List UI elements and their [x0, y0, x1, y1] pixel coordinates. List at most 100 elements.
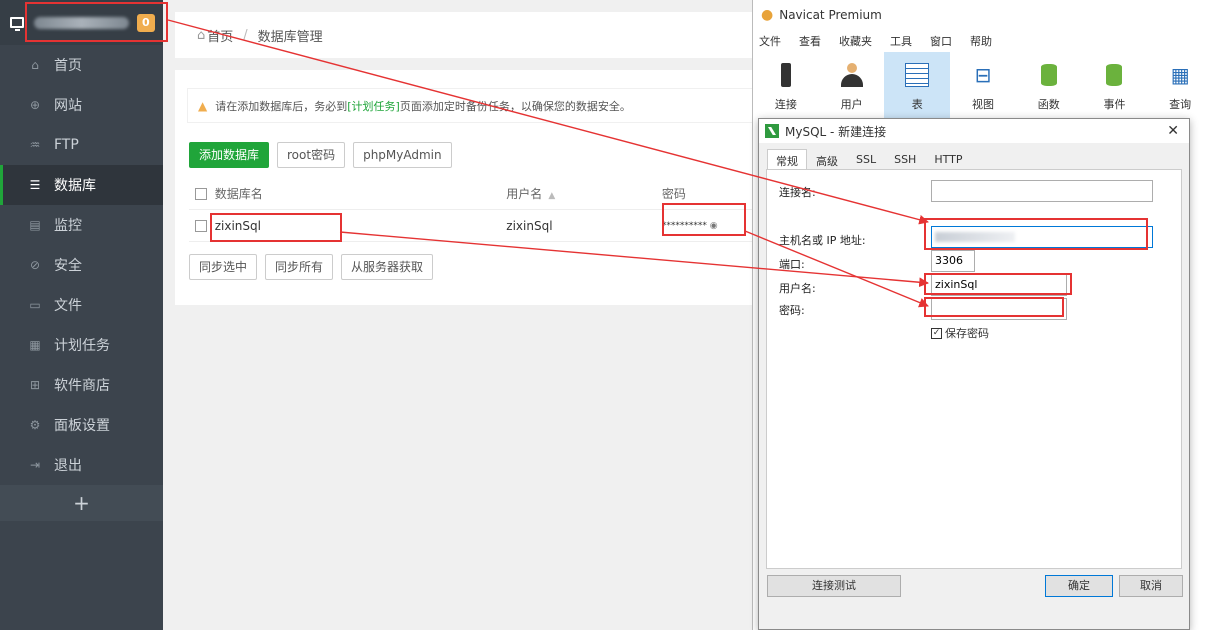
port-label: 端口:	[779, 258, 805, 271]
close-icon[interactable]: ✕	[1167, 123, 1179, 139]
highlight-password-field	[924, 297, 1064, 317]
ok-button[interactable]: 确定	[1045, 575, 1113, 597]
sidebar-item-store[interactable]: ⊞ 软件商店	[0, 365, 163, 405]
sidebar-item-cron[interactable]: ▦ 计划任务	[0, 325, 163, 365]
sidebar-item-website[interactable]: ⊕ 网站	[0, 85, 163, 125]
tool-label: 查询	[1169, 98, 1192, 111]
shield-icon: ⊘	[29, 258, 41, 272]
breadcrumb-home[interactable]: 首页	[207, 26, 233, 45]
home-icon: ⌂	[197, 27, 206, 43]
calendar-icon: ▦	[29, 338, 41, 352]
grid-icon: ⊞	[29, 378, 41, 392]
event-icon	[1106, 64, 1123, 86]
query-icon: ▦	[1170, 63, 1190, 87]
breadcrumb-separator: /	[243, 27, 248, 43]
tool-table[interactable]: 表	[884, 52, 951, 118]
sidebar-item-label: 面板设置	[54, 418, 110, 434]
menu-bar: 文件 查看 收藏夹 工具 窗口 帮助	[753, 30, 1212, 52]
sync-selected-button[interactable]: 同步选中	[189, 254, 258, 280]
sync-all-button[interactable]: 同步所有	[265, 254, 334, 280]
menu-favorites[interactable]: 收藏夹	[839, 33, 872, 49]
window-title: Navicat Premium	[779, 8, 882, 22]
user-icon	[840, 63, 863, 87]
notice-text: 请在添加数据库后，务必到	[215, 99, 348, 113]
highlight-username	[924, 273, 1072, 295]
sidebar-item-label: 首页	[54, 58, 82, 74]
tool-function[interactable]: 函数	[1016, 52, 1082, 118]
menu-tools[interactable]: 工具	[890, 33, 912, 49]
sidebar-item-label: 网站	[54, 98, 82, 114]
cancel-button[interactable]: 取消	[1119, 575, 1183, 597]
view-icon: ⊟	[974, 63, 992, 87]
sidebar-item-monitor[interactable]: ▤ 监控	[0, 205, 163, 245]
table-icon	[905, 63, 930, 87]
menu-window[interactable]: 窗口	[930, 33, 952, 49]
warning-icon: ▲	[198, 98, 208, 113]
gear-icon: ⚙	[29, 418, 41, 432]
sidebar-item-security[interactable]: ⊘ 安全	[0, 245, 163, 285]
sidebar-item-label: 退出	[54, 458, 82, 474]
add-button[interactable]: +	[0, 485, 163, 521]
test-connection-button[interactable]: 连接测试	[767, 575, 901, 597]
sidebar-item-files[interactable]: ▭ 文件	[0, 285, 163, 325]
sidebar-item-label: 计划任务	[54, 338, 110, 354]
tool-event[interactable]: 事件	[1082, 52, 1148, 118]
col-user-label: 用户名	[506, 187, 543, 201]
tool-query[interactable]: ▦ 查询	[1147, 52, 1212, 118]
host-label: 主机名或 IP 地址:	[779, 234, 866, 247]
plug-icon	[780, 63, 791, 87]
sidebar-item-home[interactable]: ⌂ 首页	[0, 45, 163, 85]
tool-connection[interactable]: 连接	[753, 52, 819, 118]
tool-view[interactable]: ⊟ 视图	[950, 52, 1016, 118]
database-card: ▲ 请在添加数据库后，务必到 [计划任务] 页面添加定时备份任务，以确保您的数据安全…	[175, 70, 765, 305]
col-name[interactable]: 数据库名	[215, 185, 507, 202]
cron-link[interactable]: [计划任务]	[347, 98, 400, 114]
sidebar-item-label: 安全	[54, 258, 82, 274]
breadcrumb: ⌂ 首页 / 数据库管理	[175, 12, 765, 58]
sidebar-item-logout[interactable]: ⇥ 退出	[0, 445, 163, 485]
save-password-label: 保存密码	[945, 327, 989, 340]
sort-up-icon: ▲	[548, 191, 556, 201]
root-password-button[interactable]: root密码	[277, 142, 346, 168]
chart-icon: ▤	[29, 218, 41, 232]
fetch-from-server-button[interactable]: 从服务器获取	[341, 254, 434, 280]
checkmark-icon: ✓	[931, 327, 942, 339]
save-password-checkbox[interactable]: ✓ 保存密码	[931, 325, 989, 341]
new-connection-dialog: MySQL - 新建连接 ✕ 常规 高级 SSL SSH HTTP 连接名: 主…	[758, 118, 1190, 630]
tool-user[interactable]: 用户	[819, 52, 885, 118]
sidebar-item-ftp[interactable]: ♒ FTP	[0, 125, 163, 165]
globe-icon: ⊕	[29, 98, 41, 112]
phpmyadmin-button[interactable]: phpMyAdmin	[353, 142, 452, 168]
menu-view[interactable]: 查看	[799, 33, 821, 49]
home-icon: ⌂	[31, 58, 39, 72]
col-password: 密码	[661, 187, 686, 201]
connection-name-input[interactable]	[931, 180, 1153, 202]
select-all-checkbox[interactable]	[195, 187, 207, 200]
monitor-icon	[10, 17, 24, 31]
navicat-titlebar: ● Navicat Premium	[753, 0, 1212, 30]
highlight-db-name	[210, 213, 342, 242]
sidebar-item-database[interactable]: ☰ 数据库	[0, 165, 163, 205]
sidebar-item-settings[interactable]: ⚙ 面板设置	[0, 405, 163, 445]
tool-label: 表	[911, 98, 923, 111]
highlight-server	[25, 2, 168, 42]
toolbar: 添加数据库 root密码 phpMyAdmin	[189, 142, 452, 168]
row-checkbox[interactable]	[195, 219, 207, 232]
function-icon	[1040, 64, 1057, 86]
navicat-logo-icon: ●	[761, 7, 774, 23]
menu-help[interactable]: 帮助	[970, 33, 992, 49]
connection-name-label: 连接名:	[779, 186, 816, 199]
notice-text: 页面添加定时备份任务，以确保您的数据安全。	[399, 99, 631, 113]
menu-file[interactable]: 文件	[759, 33, 781, 49]
sidebar: 0 ⌂ 首页 ⊕ 网站 ♒ FTP ☰ 数据库 ▤ 监控 ⊘ 安全 ▭ 文件 ▦ 计划任务 ⊞ 软…	[0, 0, 163, 630]
add-database-button[interactable]: 添加数据库	[189, 142, 270, 168]
sidebar-item-label: 数据库	[54, 178, 96, 194]
col-user[interactable]: 用户名 ▲	[506, 185, 662, 202]
bottom-toolbar: 同步选中 同步所有 从服务器获取	[189, 254, 434, 280]
db-user-cell: zixinSql	[506, 218, 553, 233]
tool-label: 用户	[840, 98, 863, 111]
folder-icon: ▭	[29, 298, 41, 312]
highlight-password	[662, 203, 746, 236]
tool-label: 事件	[1103, 98, 1126, 111]
port-input[interactable]: 3306	[931, 250, 975, 272]
